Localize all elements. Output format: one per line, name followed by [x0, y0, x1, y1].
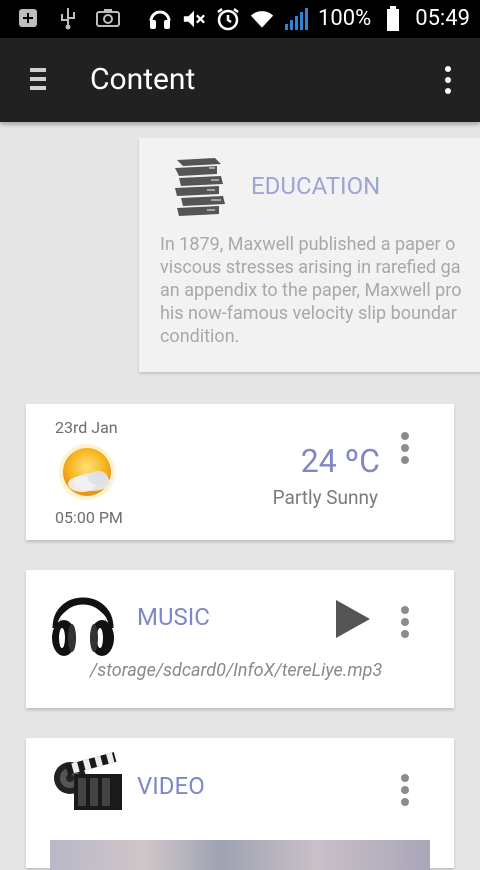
status-bar: 100% 05:49 [0, 0, 480, 38]
status-bar-right: 100% 05:49 [148, 4, 470, 34]
mute-icon [182, 7, 206, 31]
video-card[interactable]: VIDEO [26, 738, 454, 870]
education-line: an appendix to the paper, Maxwell pro [160, 280, 462, 301]
page-title: Content [90, 62, 196, 97]
headphones-icon [148, 7, 172, 31]
headphones-icon [48, 582, 118, 658]
clock: 05:49 [415, 6, 470, 31]
alarm-icon [216, 7, 240, 31]
app-bar: Content [0, 38, 480, 122]
education-card[interactable]: EDUCATION In 1879, Maxwell published a p… [139, 138, 480, 372]
weather-condition: Partly Sunny [272, 486, 378, 509]
battery-percent: 100% [317, 6, 372, 31]
signal-icon [284, 7, 308, 31]
partly-sunny-icon [56, 442, 118, 504]
usb-icon [56, 6, 80, 30]
music-title: MUSIC [137, 603, 210, 631]
weather-temperature: 24 ºC [300, 442, 380, 480]
weather-card[interactable]: 23rd Jan 05:00 PM 24 ºC Partly Sunny [26, 404, 454, 540]
menu-icon[interactable] [30, 68, 46, 92]
status-bar-left [16, 6, 120, 30]
music-file-path: /storage/sdcard0/InfoX/tereLiye.mp3 [90, 660, 383, 681]
video-more-icon[interactable] [400, 774, 410, 808]
video-thumbnail[interactable] [50, 840, 430, 870]
education-line: In 1879, Maxwell published a paper o [160, 234, 456, 255]
play-icon[interactable] [334, 598, 372, 640]
battery-icon [381, 6, 405, 31]
education-line: viscous stresses arising in rarefied ga [160, 257, 461, 278]
video-title: VIDEO [137, 772, 205, 800]
education-line: his now-famous velocity slip boundar [160, 303, 457, 324]
screenshot-icon [96, 6, 120, 30]
education-text: In 1879, Maxwell published a paper o vis… [160, 233, 480, 348]
weather-time: 05:00 PM [55, 508, 123, 527]
more-vert-icon[interactable] [444, 66, 452, 94]
wifi-icon [250, 7, 274, 31]
clapperboard-icon [46, 748, 126, 816]
music-card[interactable]: MUSIC /storage/sdcard0/InfoX/tereLiye.mp… [26, 570, 454, 708]
weather-more-icon[interactable] [400, 432, 410, 466]
music-more-icon[interactable] [400, 606, 410, 640]
education-line: condition. [160, 326, 240, 347]
weather-date: 23rd Jan [55, 418, 118, 437]
education-title: EDUCATION [251, 172, 381, 200]
books-icon [171, 154, 229, 218]
add-box-icon [16, 6, 40, 30]
